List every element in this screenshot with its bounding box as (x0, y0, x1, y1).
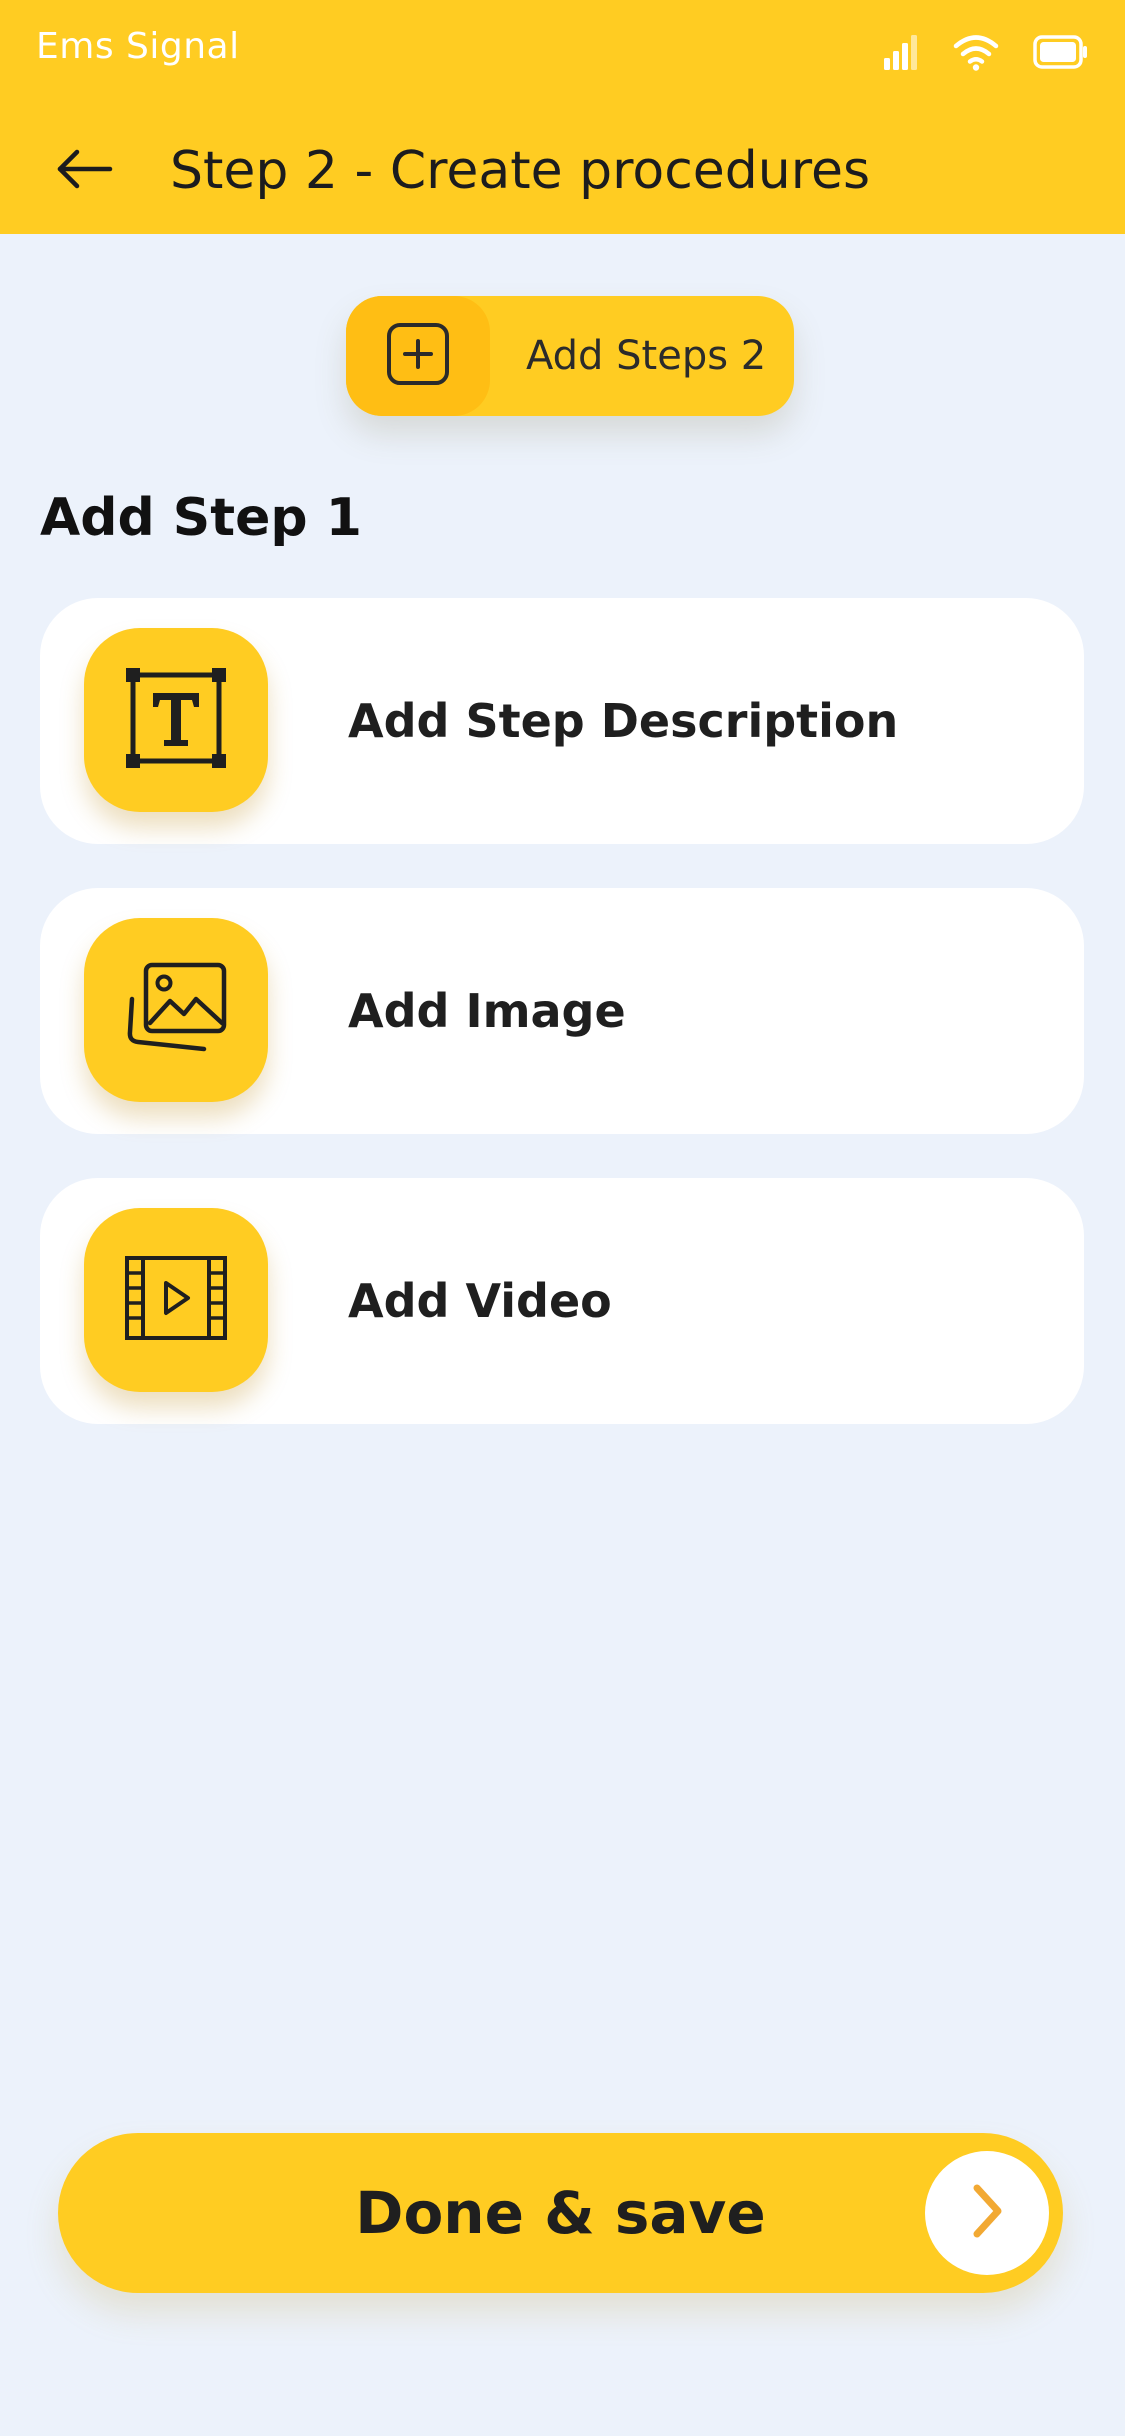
add-steps-button[interactable]: Add Steps 2 (346, 296, 794, 416)
add-image-card[interactable]: Add Image (40, 888, 1084, 1134)
add-image-icon-box (84, 918, 268, 1102)
add-steps-icon-box (346, 296, 490, 416)
add-steps-label: Add Steps 2 (526, 333, 767, 379)
text-frame-icon (125, 667, 227, 773)
add-step-description-icon-box (84, 628, 268, 812)
video-icon (124, 1255, 228, 1345)
add-step-description-label: Add Step Description (348, 694, 899, 748)
done-save-button[interactable]: Done & save (58, 2133, 1063, 2293)
app-bar: Ems Signal Step 2 - Create procedures (0, 0, 1125, 234)
add-step-description-card[interactable]: Add Step Description (40, 598, 1084, 844)
screen: Ems Signal Step 2 - Create procedures Ad… (0, 0, 1125, 2436)
add-image-label: Add Image (348, 984, 626, 1038)
back-button[interactable] (44, 140, 124, 202)
add-video-label: Add Video (348, 1274, 612, 1328)
status-icons (883, 30, 1089, 74)
carrier-name: Ems Signal (36, 26, 240, 67)
wifi-icon (953, 33, 999, 71)
done-arrow-circle (925, 2151, 1049, 2275)
add-video-card[interactable]: Add Video (40, 1178, 1084, 1424)
page-title: Step 2 - Create procedures (170, 141, 871, 201)
signal-icon (883, 34, 919, 70)
done-save-label: Done & save (355, 2179, 766, 2247)
arrow-left-icon (55, 148, 113, 194)
section-heading: Add Step 1 (40, 488, 362, 548)
chevron-right-icon (967, 2182, 1007, 2244)
image-icon (124, 959, 228, 1061)
plus-square-icon (386, 322, 450, 390)
add-video-icon-box (84, 1208, 268, 1392)
battery-icon (1033, 35, 1089, 69)
